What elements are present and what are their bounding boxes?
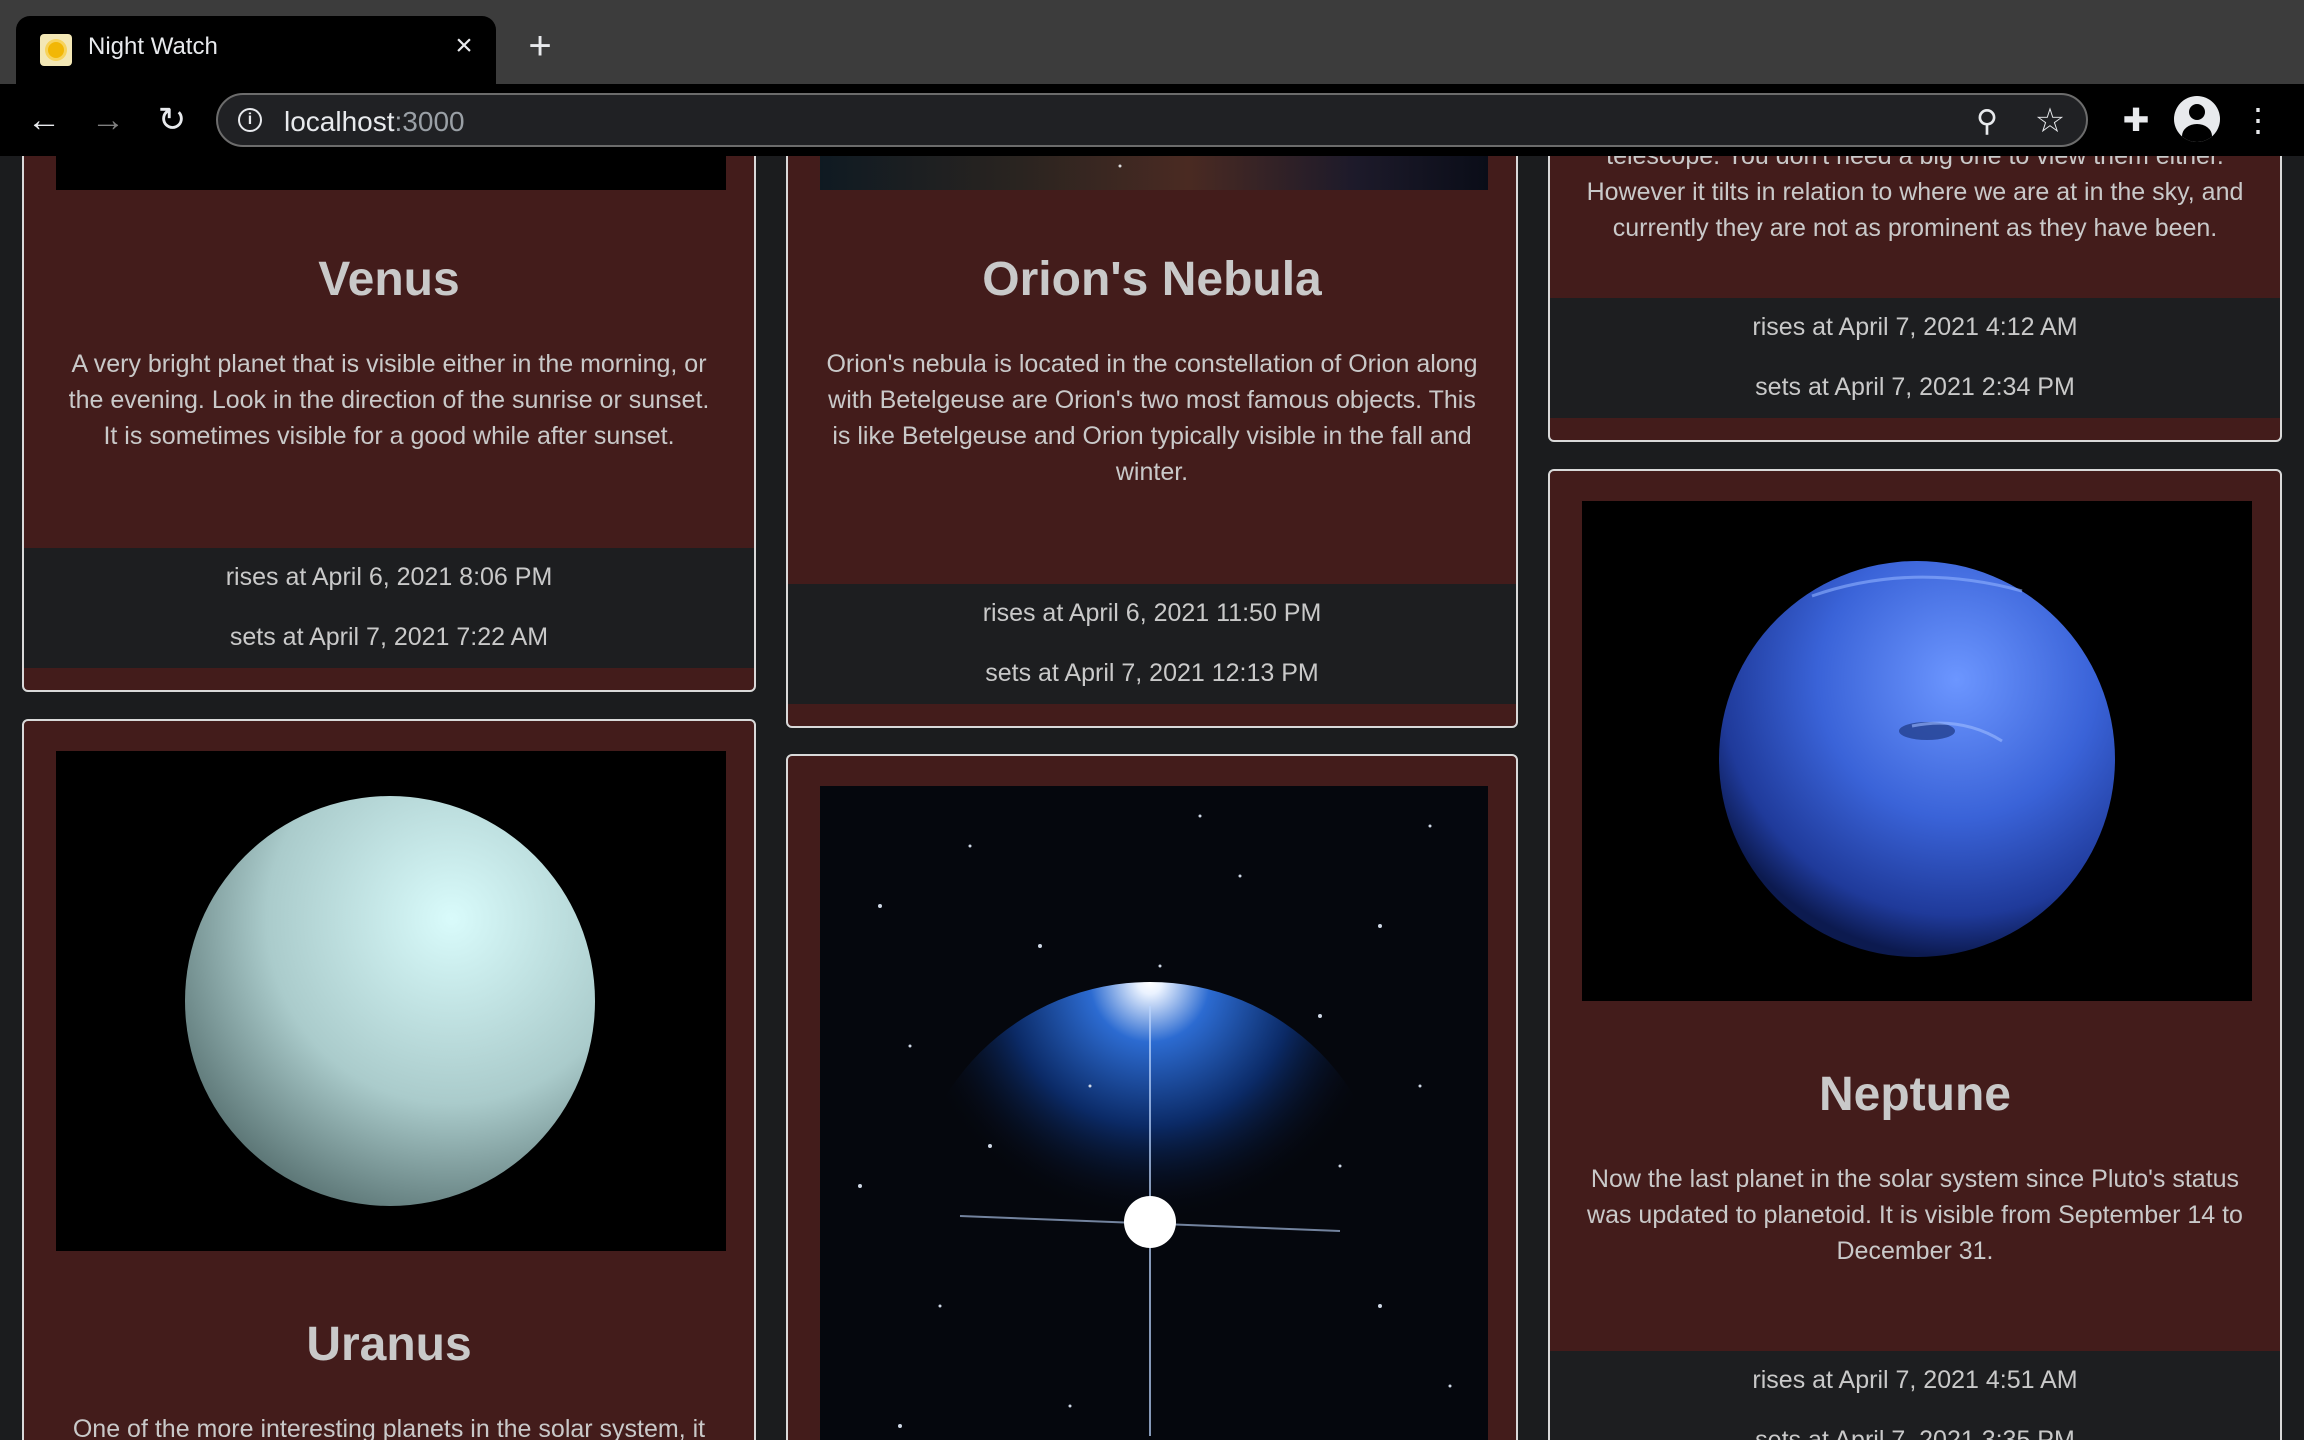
forward-arrow-icon[interactable]: → xyxy=(86,98,130,142)
card-description: Now the last planet in the solar system … xyxy=(1587,1165,2243,1265)
kebab-menu-icon[interactable]: ⋮ xyxy=(2240,98,2276,142)
rises-time: rises at April 7, 2021 4:51 AM xyxy=(1752,1366,2078,1394)
card-venus: Venus A very bright planet that is visib… xyxy=(22,156,756,692)
uranus-image xyxy=(56,751,726,1251)
rises-time: rises at April 6, 2021 11:50 PM xyxy=(982,599,1322,627)
card-description: telescope. You don't need a big one to v… xyxy=(1586,156,2244,242)
card-footer: rises at April 7, 2021 4:12 AM sets at A… xyxy=(1550,298,2280,418)
close-icon[interactable]: × xyxy=(448,30,480,62)
card-description: One of the more interesting planets in t… xyxy=(72,1415,706,1440)
card-uranus: Uranus One of the more interesting plane… xyxy=(22,719,756,1440)
tab-strip: Night Watch × + xyxy=(0,0,2304,84)
orion-nebula-image xyxy=(820,156,1488,190)
back-arrow-icon[interactable]: ← xyxy=(22,98,66,142)
rises-time: rises at April 7, 2021 4:12 AM xyxy=(1752,313,2078,341)
neptune-image xyxy=(1582,501,2252,1001)
tab-title: Night Watch xyxy=(88,33,218,60)
card-description: Orion's nebula is located in the constel… xyxy=(826,350,1478,486)
tab-night-watch[interactable]: Night Watch × xyxy=(16,16,496,84)
page-viewport: Venus A very bright planet that is visib… xyxy=(0,156,2304,1440)
browser-chrome: Night Watch × + ← → ↻ i localhost:3000 ⚲… xyxy=(0,0,2304,156)
card-description: A very bright planet that is visible eit… xyxy=(68,350,710,450)
zoom-out-icon[interactable]: ⚲ xyxy=(1970,105,2004,139)
card-title: Neptune xyxy=(1819,1068,2011,1121)
card-saturn: telescope. You don't need a big one to v… xyxy=(1548,156,2282,442)
sets-time: sets at April 7, 2021 3:35 PM xyxy=(1755,1426,2075,1440)
card-star xyxy=(786,754,1518,1440)
star-image xyxy=(820,786,1488,1440)
sets-time: sets at April 7, 2021 2:34 PM xyxy=(1755,373,2075,401)
sets-time: sets at April 7, 2021 7:22 AM xyxy=(229,623,549,651)
card-footer: rises at April 7, 2021 4:51 AM sets at A… xyxy=(1550,1351,2280,1440)
extensions-puzzle-icon[interactable]: ✚ xyxy=(2114,98,2158,142)
profile-avatar-icon[interactable] xyxy=(2174,96,2220,142)
url-host: localhost xyxy=(284,106,395,137)
sun-favicon-icon xyxy=(40,34,72,66)
card-footer: rises at April 6, 2021 11:50 PM sets at … xyxy=(788,584,1516,704)
browser-toolbar: ← → ↻ i localhost:3000 ⚲ ☆ ✚ ⋮ xyxy=(0,84,2304,156)
card-neptune: Neptune Now the last planet in the solar… xyxy=(1548,469,2282,1440)
card-title: Orion's Nebula xyxy=(982,253,1322,306)
card-footer: rises at April 6, 2021 8:06 PM sets at A… xyxy=(24,548,754,668)
card-orions-nebula: Orion's Nebula Orion's nebula is located… xyxy=(786,156,1518,728)
rises-time: rises at April 6, 2021 8:06 PM xyxy=(225,563,553,591)
reload-icon[interactable]: ↻ xyxy=(150,98,194,142)
url-port: :3000 xyxy=(394,106,465,137)
card-title: Uranus xyxy=(306,1318,472,1371)
sets-time: sets at April 7, 2021 12:13 PM xyxy=(985,659,1319,687)
info-icon[interactable]: i xyxy=(238,108,262,132)
bookmark-star-icon[interactable]: ☆ xyxy=(2032,103,2068,139)
new-tab-icon[interactable]: + xyxy=(520,26,560,68)
address-bar[interactable]: i localhost:3000 ⚲ ☆ xyxy=(216,93,2088,147)
card-title: Venus xyxy=(318,253,460,306)
venus-image xyxy=(56,156,726,190)
